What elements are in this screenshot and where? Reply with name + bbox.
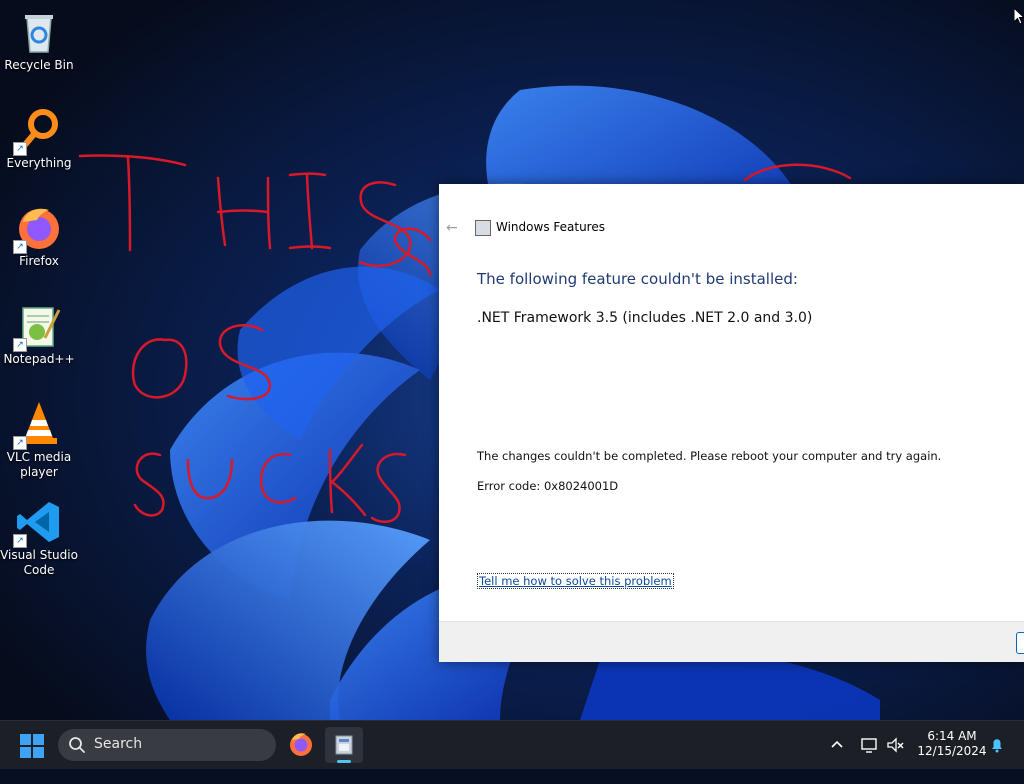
windows-features-app-icon bbox=[335, 735, 353, 755]
taskbar-clock[interactable]: 6:14 AM 12/15/2024 bbox=[912, 729, 992, 759]
desktop-icon-everything[interactable]: ↗ Everything bbox=[0, 98, 78, 171]
volume-status[interactable] bbox=[886, 736, 906, 784]
windows-logo-icon bbox=[20, 734, 44, 758]
search-icon bbox=[69, 737, 85, 753]
desktop-icon-vlc[interactable]: ↗ VLC media player bbox=[0, 392, 78, 480]
speaker-muted-icon bbox=[887, 737, 904, 753]
everything-search-icon: ↗ bbox=[13, 106, 63, 156]
dialog-titlebar: ← Windows Features bbox=[439, 214, 1024, 242]
desktop-icon-label: Everything bbox=[6, 156, 72, 170]
active-app-indicator bbox=[337, 760, 351, 763]
network-disconnected-icon bbox=[861, 738, 877, 753]
help-link[interactable]: Tell me how to solve this problem bbox=[477, 573, 674, 589]
taskbar-search-box[interactable]: Search bbox=[58, 729, 276, 761]
feature-name: .NET Framework 3.5 (includes .NET 2.0 an… bbox=[477, 310, 813, 326]
notification-button[interactable] bbox=[988, 736, 1006, 784]
desktop-icon-recycle-bin[interactable]: Recycle Bin bbox=[0, 0, 78, 73]
desktop-icon-label: Recycle Bin bbox=[4, 58, 74, 72]
dialog-footer bbox=[439, 621, 1024, 662]
windows-features-dialog: ← Windows Features The following feature… bbox=[439, 184, 1024, 662]
taskbar-windows-features[interactable] bbox=[325, 727, 363, 763]
error-code: Error code: 0x8024001D bbox=[477, 479, 619, 493]
firefox-icon bbox=[290, 733, 312, 756]
desktop-icon-label: Visual Studio Code bbox=[0, 548, 78, 577]
close-button[interactable] bbox=[1016, 632, 1024, 654]
desktop-icon-label: Firefox bbox=[19, 254, 59, 268]
start-button[interactable] bbox=[20, 734, 44, 758]
clock-time: 6:14 AM bbox=[927, 729, 977, 743]
dialog-title: Windows Features bbox=[496, 220, 605, 234]
vscode-icon: ↗ bbox=[13, 498, 63, 548]
chevron-up-icon bbox=[831, 740, 843, 748]
network-status[interactable] bbox=[860, 736, 880, 784]
shortcut-arrow-icon: ↗ bbox=[13, 534, 27, 548]
recycle-bin-icon bbox=[15, 8, 63, 56]
desktop-icon-label: Notepad++ bbox=[3, 352, 75, 366]
shortcut-arrow-icon: ↗ bbox=[13, 142, 27, 156]
search-label: Search bbox=[94, 736, 143, 752]
desktop-icon-firefox[interactable]: ↗ Firefox bbox=[0, 196, 78, 269]
desktop-icon-vscode[interactable]: ↗ Visual Studio Code bbox=[0, 490, 78, 578]
taskbar-firefox[interactable] bbox=[282, 727, 320, 763]
show-hidden-icons-button[interactable] bbox=[828, 736, 846, 784]
firefox-icon: ↗ bbox=[13, 204, 63, 254]
error-message: The changes couldn't be completed. Pleas… bbox=[477, 449, 942, 463]
back-arrow-icon[interactable]: ← bbox=[446, 220, 458, 236]
shortcut-arrow-icon: ↗ bbox=[13, 240, 27, 254]
shortcut-arrow-icon: ↗ bbox=[13, 436, 27, 450]
mouse-pointer-icon bbox=[1014, 8, 1024, 25]
desktop-icon-notepad-plus-plus[interactable]: ↗ Notepad++ bbox=[0, 294, 78, 367]
clock-date: 12/15/2024 bbox=[917, 744, 987, 758]
taskbar: Search 6:14 AM 12/15/2024 bbox=[0, 720, 1024, 769]
vlc-icon: ↗ bbox=[13, 400, 63, 450]
dialog-heading: The following feature couldn't be instal… bbox=[477, 270, 798, 288]
windows-features-app-icon bbox=[475, 220, 491, 236]
shortcut-arrow-icon: ↗ bbox=[13, 338, 27, 352]
desktop-icon-label: VLC media player bbox=[6, 450, 72, 479]
bell-icon bbox=[992, 739, 1002, 753]
notepad-plus-plus-icon: ↗ bbox=[13, 302, 63, 352]
